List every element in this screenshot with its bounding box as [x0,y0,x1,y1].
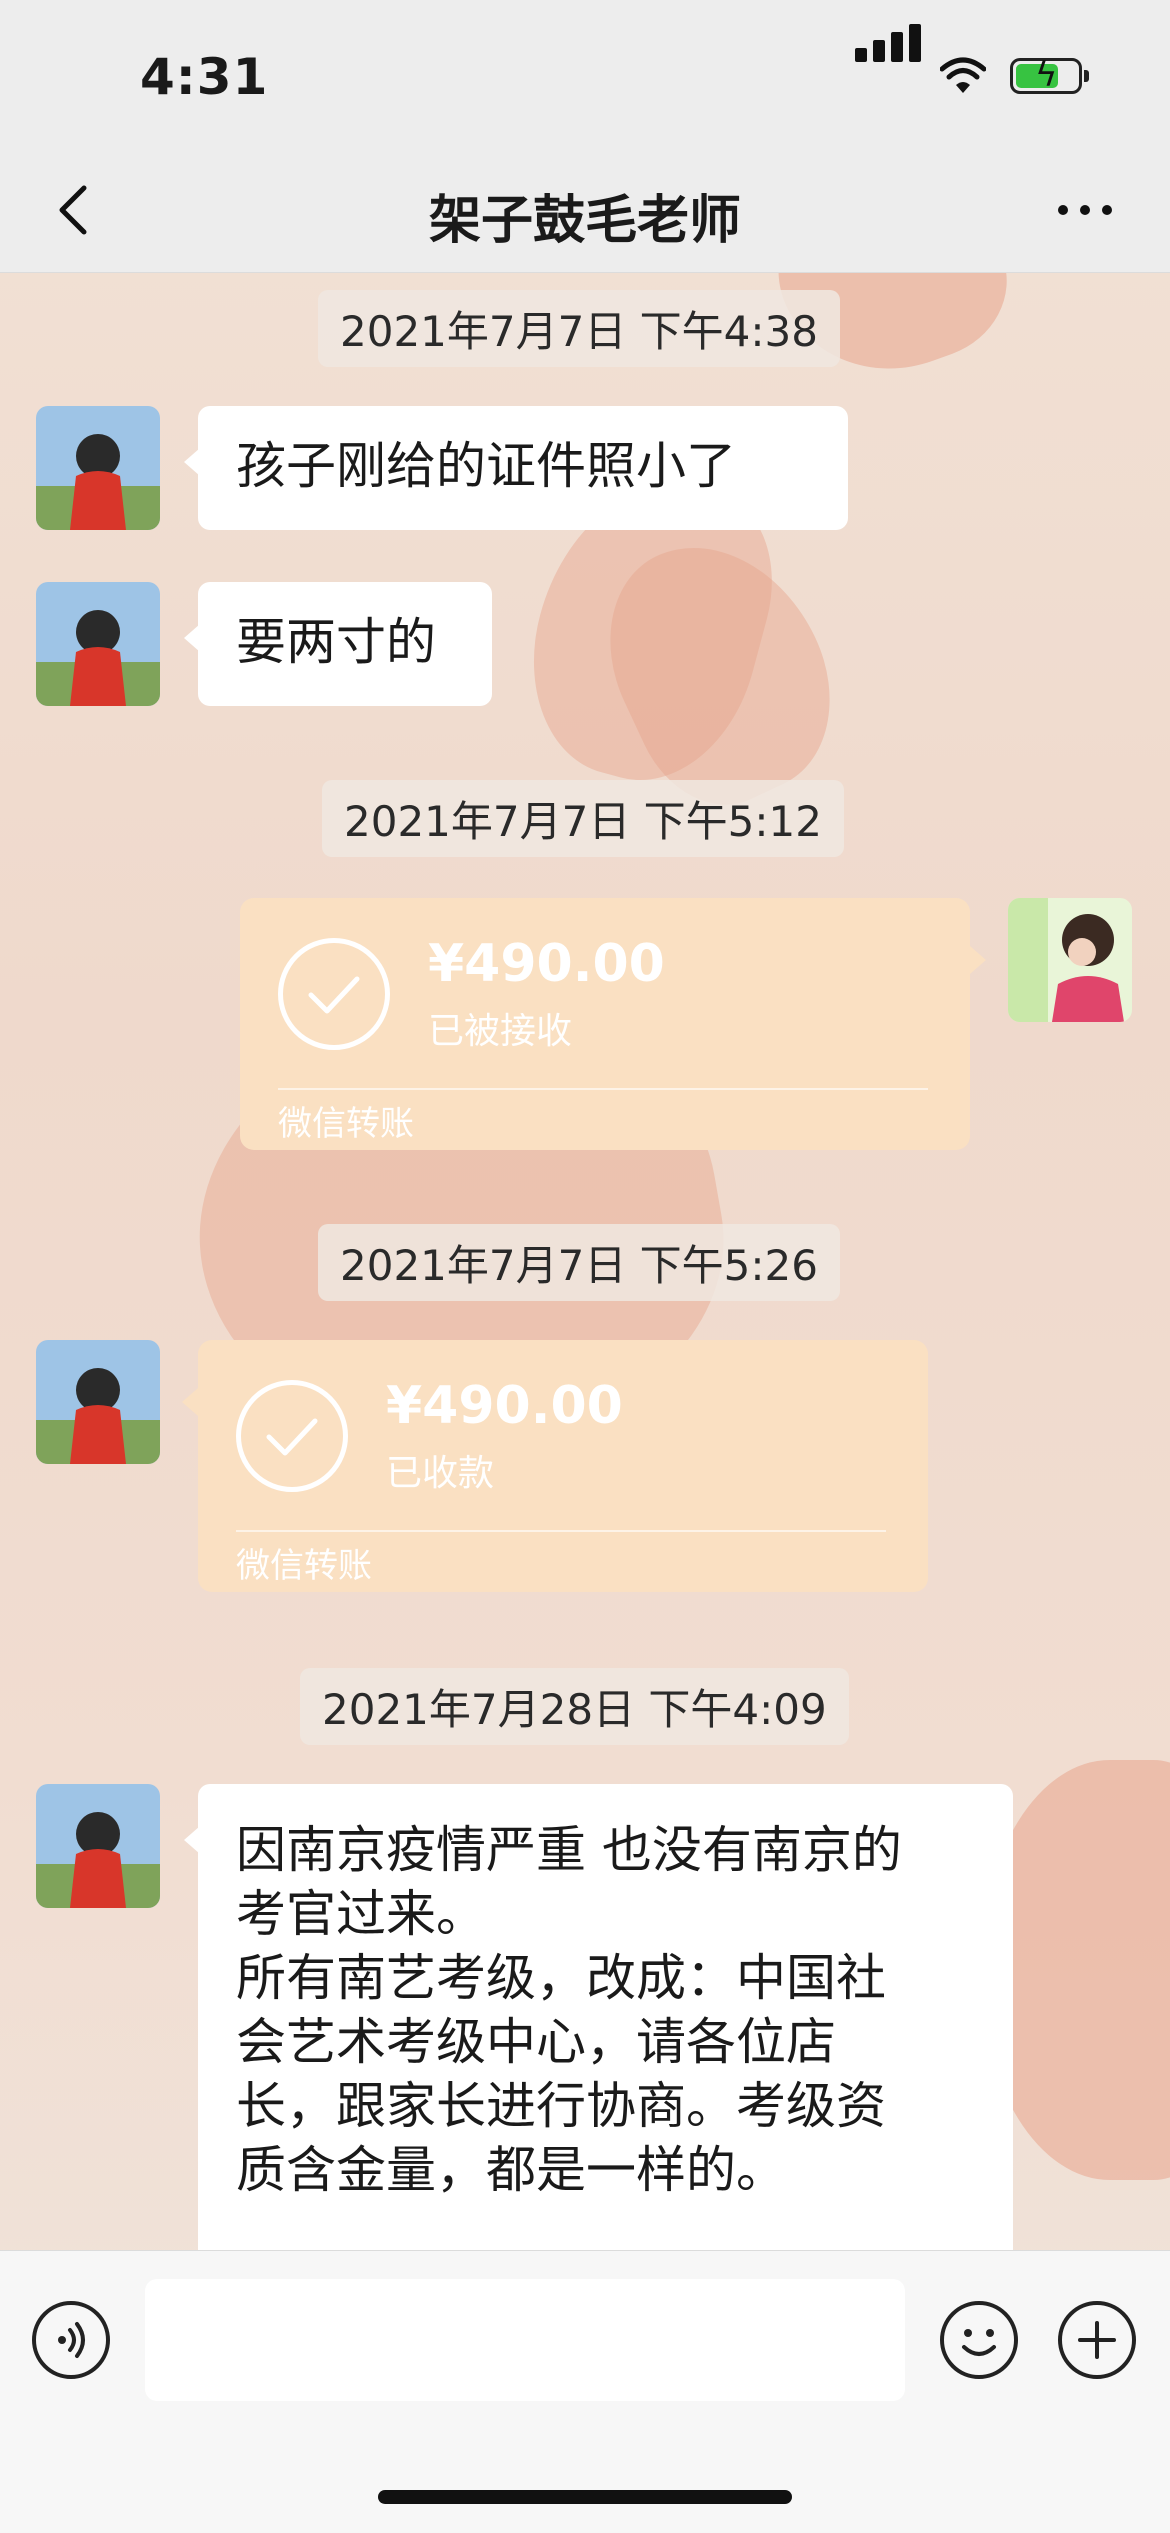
check-circle-icon [236,1380,348,1492]
chat-header: 架子鼓毛老师 [0,150,1170,273]
transfer-divider [236,1530,886,1532]
message-line: 质含金量，都是一样的。 [236,2141,786,2199]
voice-icon[interactable] [32,2301,110,2379]
transfer-label: 微信转账 [278,1104,414,1144]
transfer-card[interactable]: ¥490.00 已收款 微信转账 [198,1340,928,1592]
plus-icon[interactable] [1058,2301,1136,2379]
bubble-tail [970,946,986,974]
message-bubble[interactable]: 要两寸的 [184,582,492,706]
bubble-tail [182,1388,198,1416]
message-bubble[interactable]: 孩子刚给的证件照小了 [184,406,848,530]
message-timestamp: 2021年7月7日 下午4:38 [318,290,840,367]
home-indicator [378,2490,792,2504]
message-line: 会艺术考级中心，请各位店 [236,2013,836,2071]
avatar[interactable] [36,1784,160,1908]
transfer-label: 微信转账 [236,1546,372,1586]
message-line: 长，跟家长进行协商。考级资 [236,2077,886,2135]
message-timestamp: 2021年7月28日 下午4:09 [300,1668,849,1745]
message-text: 孩子刚给的证件照小了 [236,437,736,495]
status-bar: 4:31 ϟ [0,0,1170,150]
message-line: 因南京疫情严重 也没有南京的 [236,1821,902,1879]
message-bubble[interactable]: 因南京疫情严重 也没有南京的 考官过来。 所有南艺考级，改成：中国社 会艺术考级… [184,1784,1013,2264]
more-dots-icon[interactable] [1055,190,1115,230]
transfer-amount: ¥490.00 [386,1376,623,1436]
transfer-divider [278,1088,928,1090]
avatar[interactable] [36,582,160,706]
message-text: 要两寸的 [236,613,436,671]
avatar[interactable] [1008,898,1132,1022]
transfer-amount: ¥490.00 [428,934,665,994]
transfer-status: 已收款 [386,1453,495,1494]
message-line: 所有南艺考级，改成：中国社 [236,1949,886,2007]
message-line: 考官过来。 [236,1885,486,1943]
avatar[interactable] [36,406,160,530]
message-input[interactable] [145,2279,905,2401]
message-timestamp: 2021年7月7日 下午5:12 [322,780,844,857]
chat-title: 架子鼓毛老师 [428,191,741,251]
transfer-card[interactable]: ¥490.00 已被接收 微信转账 [240,898,970,1150]
battery-icon: ϟ [1010,55,1089,95]
wifi-icon [940,57,986,93]
check-circle-icon [278,938,390,1050]
status-time: 4:31 [140,48,269,106]
avatar[interactable] [36,1340,160,1464]
transfer-status: 已被接收 [428,1011,573,1052]
emoji-icon[interactable] [940,2301,1018,2379]
message-timestamp: 2021年7月7日 下午5:26 [318,1224,840,1301]
